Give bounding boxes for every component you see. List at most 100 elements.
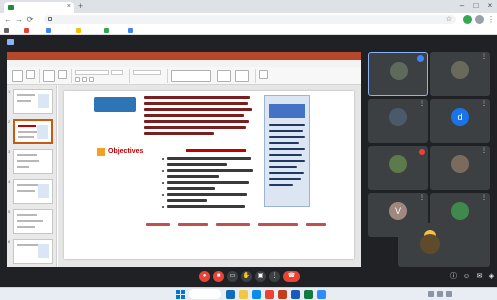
powerpoint-ribbon bbox=[7, 67, 361, 85]
close-tab-icon[interactable]: × bbox=[67, 2, 71, 12]
mic-off-button[interactable]: ● bbox=[199, 271, 210, 282]
participant-tile[interactable] bbox=[368, 146, 428, 190]
slide-thumbnail[interactable] bbox=[13, 89, 53, 114]
more-options-icon[interactable]: ⋮ bbox=[481, 148, 487, 154]
browser-menu-icon[interactable]: ⋮ bbox=[486, 13, 496, 26]
slide-bullet-list[interactable] bbox=[162, 157, 253, 187]
thumb-line bbox=[17, 166, 29, 168]
slide-bullet-list[interactable] bbox=[162, 187, 252, 217]
captions-button[interactable]: ▭ bbox=[227, 271, 238, 282]
slide-thumbnail[interactable] bbox=[13, 179, 53, 204]
slide-thumbnail-selected[interactable] bbox=[13, 119, 53, 144]
more-options-icon[interactable]: ⋮ bbox=[419, 101, 425, 107]
bookmark-item[interactable] bbox=[104, 27, 111, 34]
find-icon[interactable] bbox=[259, 70, 268, 79]
paste-icon[interactable] bbox=[12, 70, 23, 82]
more-options-icon[interactable]: ⋮ bbox=[481, 54, 487, 60]
raise-hand-button[interactable]: ✋ bbox=[241, 271, 252, 282]
maximize-window-icon[interactable]: □ bbox=[469, 0, 483, 13]
more-options-icon[interactable]: ⋮ bbox=[481, 101, 487, 107]
bookmark-item[interactable] bbox=[76, 27, 83, 34]
text-segment bbox=[178, 223, 208, 226]
task-view-icon[interactable] bbox=[226, 290, 235, 299]
quick-styles-icon[interactable] bbox=[235, 70, 249, 82]
bookmark-item[interactable] bbox=[24, 27, 31, 34]
present-screen-button[interactable]: ▣ bbox=[255, 271, 266, 282]
file-explorer-icon[interactable] bbox=[239, 290, 248, 299]
participant-tile[interactable]: ⋮ d bbox=[430, 99, 490, 143]
word-icon[interactable] bbox=[291, 290, 300, 299]
activities-icon[interactable]: ◈ bbox=[486, 271, 497, 282]
volume-icon[interactable] bbox=[437, 291, 443, 297]
slide-thumbnail[interactable] bbox=[13, 149, 53, 174]
address-bar[interactable]: ☆ bbox=[44, 15, 456, 24]
arrange-icon[interactable] bbox=[217, 70, 231, 82]
participant-name bbox=[433, 182, 483, 188]
more-options-icon[interactable]: ⋮ bbox=[481, 195, 487, 201]
slide-side-panel[interactable] bbox=[264, 95, 310, 207]
participant-tile[interactable] bbox=[368, 52, 428, 96]
font-size-field[interactable] bbox=[111, 70, 123, 75]
edge-icon[interactable] bbox=[252, 290, 261, 299]
text-line bbox=[144, 120, 249, 123]
bullet-dot bbox=[162, 194, 164, 196]
self-view-tile[interactable] bbox=[398, 223, 490, 267]
zoom-icon[interactable] bbox=[317, 290, 326, 299]
taskbar-search-box[interactable] bbox=[189, 289, 221, 299]
bold-icon[interactable] bbox=[75, 77, 80, 82]
thumb-line bbox=[17, 226, 35, 228]
underline-icon[interactable] bbox=[89, 77, 94, 82]
slide-thumbnail[interactable] bbox=[13, 209, 53, 234]
present-screen-icon bbox=[7, 39, 14, 45]
bookmark-item[interactable] bbox=[128, 27, 135, 34]
chrome-icon[interactable] bbox=[265, 290, 274, 299]
profile-avatar-icon[interactable] bbox=[475, 15, 484, 24]
powerpoint-menu-bar bbox=[7, 60, 361, 67]
more-options-icon[interactable]: ⋮ bbox=[419, 195, 425, 201]
thumb-line bbox=[17, 100, 31, 102]
meeting-details-icon[interactable]: ⓘ bbox=[448, 271, 459, 282]
participant-tile[interactable]: ⋮ bbox=[430, 52, 490, 96]
back-arrow-icon[interactable]: ← bbox=[3, 13, 13, 26]
chat-icon[interactable]: ✉ bbox=[474, 271, 485, 282]
logo-pane bbox=[181, 295, 185, 299]
shapes-gallery[interactable] bbox=[171, 70, 211, 82]
network-icon[interactable] bbox=[428, 291, 434, 297]
participant-avatar bbox=[451, 155, 469, 173]
mic-off-icon bbox=[419, 149, 425, 155]
excel-icon[interactable] bbox=[304, 290, 313, 299]
leave-call-button[interactable]: ☎ bbox=[283, 271, 300, 282]
participant-tile[interactable]: ⋮ bbox=[368, 99, 428, 143]
bookmark-star-icon[interactable]: ☆ bbox=[446, 15, 452, 24]
start-windows-icon[interactable] bbox=[176, 290, 185, 299]
more-options-button[interactable]: ⋮ bbox=[269, 271, 280, 282]
bookmark-item[interactable] bbox=[4, 27, 11, 34]
font-name-field[interactable] bbox=[75, 70, 109, 75]
slide-blue-textbox[interactable] bbox=[94, 97, 136, 112]
bullets-group[interactable] bbox=[133, 70, 161, 75]
minimize-window-icon[interactable]: – bbox=[455, 0, 469, 13]
slide-intro-paragraph[interactable] bbox=[144, 96, 252, 141]
cut-icon[interactable] bbox=[26, 70, 35, 79]
bookmark-item[interactable] bbox=[46, 27, 53, 34]
logo-pane bbox=[176, 295, 180, 299]
browser-tab[interactable]: × bbox=[4, 2, 74, 13]
current-slide[interactable]: Objectives bbox=[64, 91, 354, 259]
people-icon[interactable]: ☺ bbox=[461, 271, 472, 282]
extension-icon[interactable] bbox=[463, 15, 472, 24]
italic-icon[interactable] bbox=[82, 77, 87, 82]
close-window-icon[interactable]: × bbox=[483, 0, 497, 13]
text-line bbox=[167, 181, 249, 184]
shared-screen: 1 2 3 4 5 6 Objectives bbox=[7, 52, 361, 267]
forward-arrow-icon[interactable]: → bbox=[14, 13, 24, 26]
slide-thumbnail[interactable] bbox=[13, 239, 53, 264]
new-tab-icon[interactable]: + bbox=[78, 1, 83, 12]
new-slide-icon[interactable] bbox=[43, 70, 55, 82]
layout-icon[interactable] bbox=[58, 70, 67, 79]
ribbon-separator bbox=[71, 69, 72, 83]
camera-off-button[interactable]: ■ bbox=[213, 271, 224, 282]
powerpoint-icon[interactable] bbox=[278, 290, 287, 299]
battery-icon[interactable] bbox=[446, 291, 452, 297]
reload-icon[interactable]: ⟳ bbox=[25, 13, 35, 26]
participant-tile[interactable]: ⋮ bbox=[430, 146, 490, 190]
